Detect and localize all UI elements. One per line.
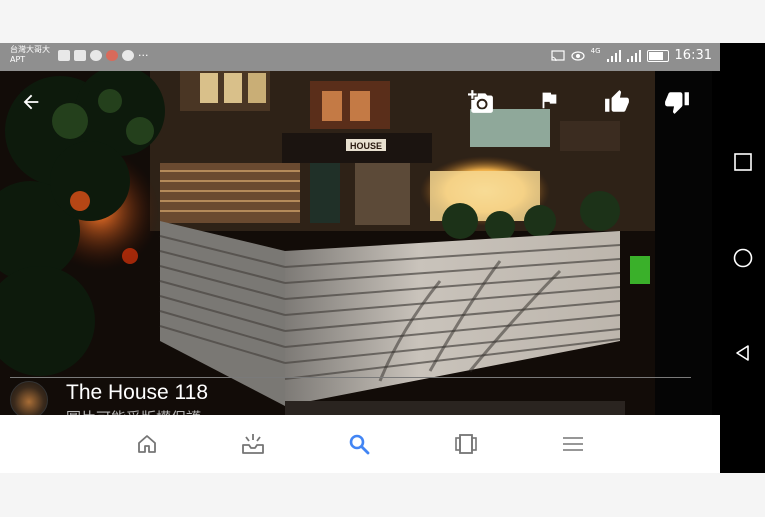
app-icon: [106, 50, 118, 61]
shop-sign: HOUSE: [350, 141, 382, 151]
image-title[interactable]: The House 118: [66, 381, 208, 405]
source-avatar[interactable]: [10, 381, 48, 415]
battery-icon: [646, 49, 669, 62]
thumbs-down-icon[interactable]: [664, 89, 692, 117]
recent-apps-icon[interactable]: [732, 151, 754, 173]
phone-screen: 台灣大哥大 APT ··· 4G 16:31 HOUSE The House 1…: [0, 43, 765, 473]
search-icon[interactable]: [344, 429, 374, 459]
thumbs-up-icon[interactable]: [604, 89, 632, 117]
clock: 16:31: [674, 48, 712, 63]
back-arrow-icon[interactable]: [20, 91, 48, 119]
updates-icon[interactable]: [238, 429, 268, 459]
home-icon[interactable]: [132, 429, 162, 459]
mail-icon: [74, 50, 86, 61]
caption-divider: [10, 377, 691, 378]
signal-icon: [606, 49, 621, 62]
cast-icon: [551, 49, 565, 61]
status-right: 4G 16:31: [551, 46, 712, 63]
image-viewer[interactable]: HOUSE The House 118: [0, 71, 712, 415]
back-triangle-icon[interactable]: [732, 342, 754, 364]
building-photo: HOUSE: [0, 71, 712, 415]
add-photo-icon[interactable]: [468, 89, 496, 117]
copyright-notice: 圖片可能受版權保護。: [66, 407, 216, 415]
status-bar: 台灣大哥大 APT ··· 4G 16:31: [0, 43, 720, 71]
collections-icon[interactable]: [451, 429, 481, 459]
flag-icon[interactable]: [538, 89, 566, 117]
home-circle-icon[interactable]: [732, 247, 754, 269]
menu-icon[interactable]: [558, 429, 588, 459]
chrome-icon: [122, 50, 134, 61]
carrier-name: 台灣大哥大 APT: [10, 45, 50, 65]
more-dots-icon: ···: [138, 49, 149, 62]
chat-icon: [90, 50, 102, 61]
carrier-line-1: 台灣大哥大: [10, 45, 50, 54]
eye-icon: [571, 50, 585, 61]
carrier-line-2: APT: [10, 55, 26, 64]
activity-icon: [58, 50, 70, 61]
notification-icons: ···: [58, 50, 149, 61]
battery-level: [648, 51, 663, 60]
signal-2-icon: [626, 49, 641, 62]
network-type: 4G: [590, 46, 601, 55]
android-navigation-bar: [720, 43, 765, 473]
bottom-navigation: [0, 415, 720, 473]
